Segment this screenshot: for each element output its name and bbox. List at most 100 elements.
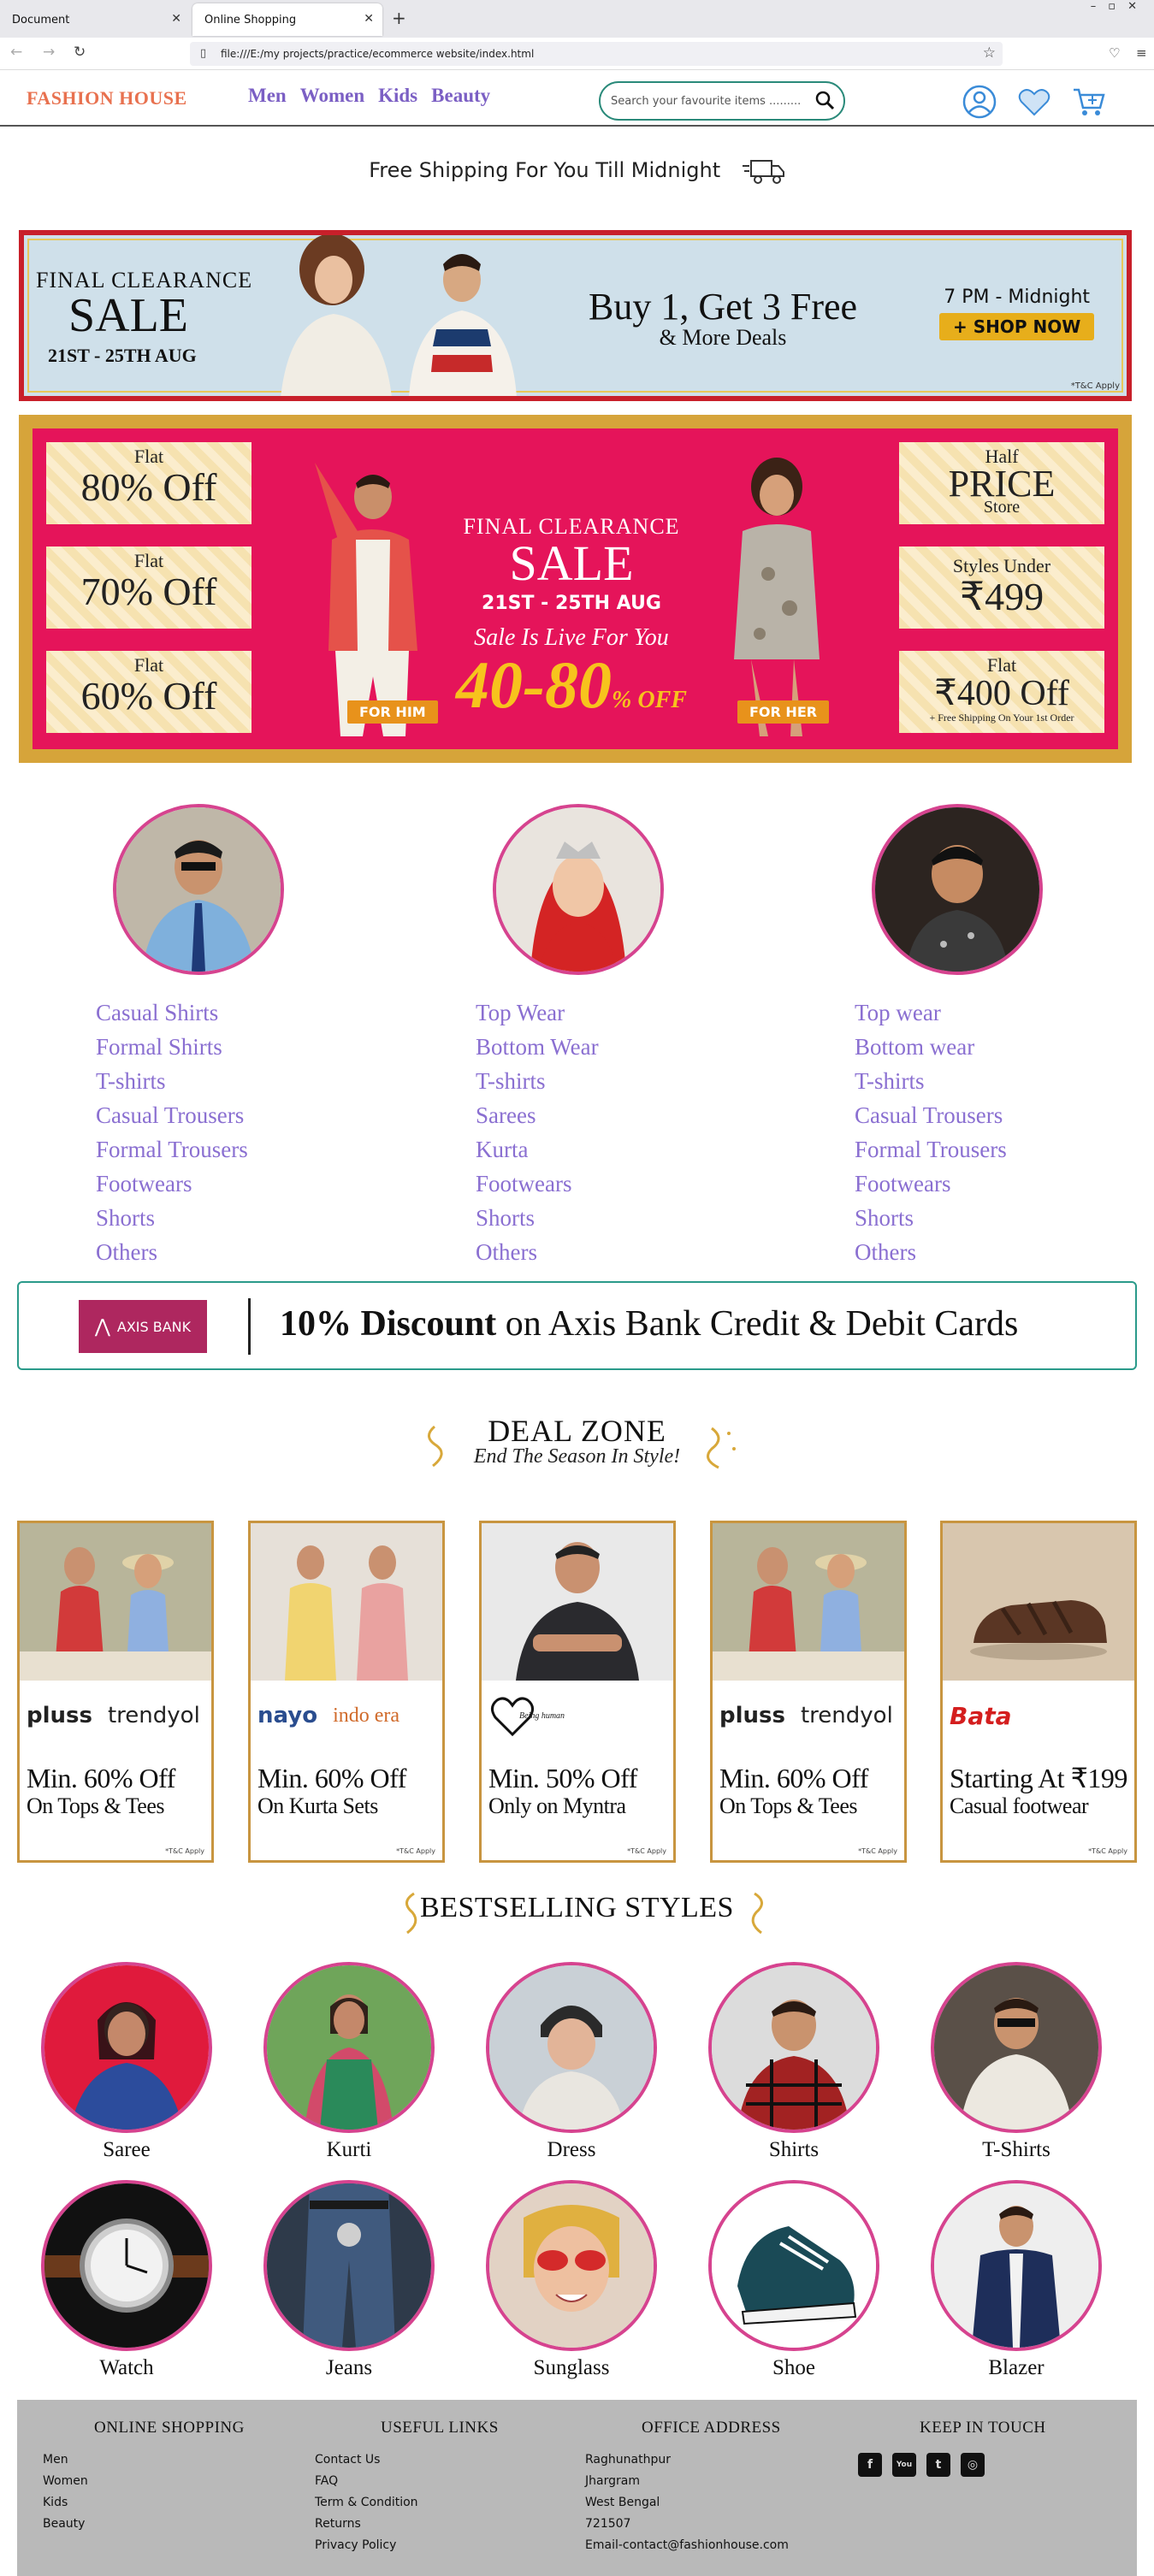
footer-link[interactable]: Beauty xyxy=(43,2514,88,2535)
bestselling-item[interactable]: Dress xyxy=(486,1962,657,2162)
category-link[interactable]: T-shirts xyxy=(96,1064,248,1098)
twitter-icon[interactable]: t xyxy=(926,2453,950,2477)
category-link[interactable]: T-shirts xyxy=(855,1064,1007,1098)
heart-icon[interactable] xyxy=(1016,84,1052,120)
category-link[interactable]: Footwears xyxy=(476,1167,599,1201)
women-category-image[interactable] xyxy=(493,804,664,975)
category-link[interactable]: Casual Shirts xyxy=(96,996,248,1030)
instagram-icon[interactable]: ◎ xyxy=(961,2453,985,2477)
window-controls[interactable]: –▫✕ xyxy=(1091,0,1149,13)
search-input[interactable] xyxy=(611,92,808,110)
browser-tab-active[interactable]: Online Shopping ✕ xyxy=(192,3,382,36)
men-category-image[interactable] xyxy=(113,804,284,975)
search-icon[interactable] xyxy=(814,90,835,110)
footer-link[interactable]: Women xyxy=(43,2471,88,2492)
category-link[interactable]: Top Wear xyxy=(476,996,599,1030)
shop-now-button[interactable]: + SHOP NOW xyxy=(939,313,1095,340)
close-icon[interactable]: ✕ xyxy=(171,12,181,26)
category-link[interactable]: Footwears xyxy=(96,1167,248,1201)
offer-card[interactable]: Flat 70% Off xyxy=(46,547,252,629)
deal-card[interactable]: pluss trendyol Min. 60% Off On Tops & Te… xyxy=(17,1521,214,1863)
category-link[interactable]: Top wear xyxy=(855,996,1007,1030)
bestselling-item[interactable]: Blazer xyxy=(931,2180,1102,2380)
axis-offer-rest: on Axis Bank Credit & Debit Cards xyxy=(496,1304,1019,1344)
category-link[interactable]: Formal Trousers xyxy=(855,1132,1007,1167)
footer-link[interactable]: FAQ xyxy=(315,2471,418,2492)
youtube-icon[interactable]: You xyxy=(892,2453,916,2477)
site-logo[interactable]: FASHION HOUSE xyxy=(27,87,187,109)
new-tab-icon[interactable]: + xyxy=(392,8,406,28)
bestselling-item[interactable]: Jeans xyxy=(263,2180,435,2380)
axis-bank-offer[interactable]: ⋀ AXIS BANK 10% Discount on Axis Bank Cr… xyxy=(17,1281,1137,1370)
offer-card[interactable]: Flat ₹400 Off + Free Shipping On Your 1s… xyxy=(899,651,1104,733)
bestselling-item[interactable]: Kurti xyxy=(263,1962,435,2162)
category-link[interactable]: Bottom wear xyxy=(855,1030,1007,1064)
category-link[interactable]: Shorts xyxy=(476,1201,599,1235)
category-link[interactable]: Bottom Wear xyxy=(476,1030,599,1064)
for-her-tag[interactable]: FOR HER xyxy=(737,700,830,724)
bestselling-item[interactable]: T-Shirts xyxy=(931,1962,1102,2162)
category-link[interactable]: Others xyxy=(855,1235,1007,1269)
back-icon[interactable]: ← xyxy=(10,44,22,61)
facebook-icon[interactable]: f xyxy=(858,2453,882,2477)
cart-icon[interactable] xyxy=(1071,84,1107,120)
footer-link[interactable]: Men xyxy=(43,2449,88,2471)
footer-link[interactable]: Term & Condition xyxy=(315,2492,418,2514)
bestselling-item[interactable]: Watch xyxy=(41,2180,212,2380)
category-link[interactable]: Others xyxy=(476,1235,599,1269)
forward-icon[interactable]: → xyxy=(43,44,55,61)
category-link[interactable]: Shorts xyxy=(96,1201,248,1235)
category-link[interactable]: Casual Trousers xyxy=(96,1098,248,1132)
pocket-icon[interactable]: ♡ xyxy=(1109,45,1120,61)
offer-card[interactable]: Styles Under ₹499 xyxy=(899,547,1104,629)
bookmark-star-icon[interactable]: ☆ xyxy=(983,44,996,62)
offer-card[interactable]: Half PRICE Store xyxy=(899,442,1104,524)
category-link[interactable]: Formal Shirts xyxy=(96,1030,248,1064)
bestselling-item[interactable]: Shoe xyxy=(708,2180,879,2380)
bestselling-label: Shirts xyxy=(768,2138,820,2161)
category-link[interactable]: Kurta xyxy=(476,1132,599,1167)
footer-link[interactable]: Returns xyxy=(315,2514,418,2535)
address-email[interactable]: Email-contact@fashionhouse.com xyxy=(585,2535,789,2556)
user-icon[interactable] xyxy=(962,84,997,120)
category-link[interactable]: Shorts xyxy=(855,1201,1007,1235)
nav-women[interactable]: Women xyxy=(300,85,364,107)
kids-category-image[interactable] xyxy=(872,804,1043,975)
deal-zone-heading: DEAL ZONE End The Season In Style! xyxy=(0,1413,1154,1468)
browser-tab[interactable]: Document ✕ xyxy=(0,3,190,36)
deal-zone-subtitle: End The Season In Style! xyxy=(473,1445,681,1468)
category-link[interactable]: T-shirts xyxy=(476,1064,599,1098)
bestselling-item[interactable]: Sunglass xyxy=(486,2180,657,2380)
nav-kids[interactable]: Kids xyxy=(378,85,417,107)
category-link[interactable]: Footwears xyxy=(855,1167,1007,1201)
deal-card[interactable]: Being human Min. 50% Off Only on Myntra … xyxy=(479,1521,676,1863)
bestselling-item[interactable]: Shirts xyxy=(708,1962,879,2162)
bestselling-item[interactable]: Saree xyxy=(41,1962,212,2162)
close-icon[interactable]: ✕ xyxy=(364,12,374,26)
deal-card[interactable]: pluss trendyol Min. 60% Off On Tops & Te… xyxy=(710,1521,907,1863)
deal-card[interactable]: Bata Starting At ₹199 Casual footwear *T… xyxy=(940,1521,1137,1863)
footer-link[interactable]: Contact Us xyxy=(315,2449,418,2471)
footer-link[interactable]: Privacy Policy xyxy=(315,2535,418,2556)
address-bar[interactable]: ▯ file:///E:/my projects/practice/ecomme… xyxy=(190,42,1003,66)
shirts-image xyxy=(708,1962,879,2133)
footer-link[interactable]: Kids xyxy=(43,2492,88,2514)
nav-beauty[interactable]: Beauty xyxy=(431,85,490,107)
offer-small: Styles Under xyxy=(952,555,1051,576)
sale-banner[interactable]: Flat 80% Off Flat 70% Off Flat 60% Off F… xyxy=(19,415,1132,763)
banner-dates: 21ST - 25TH AUG xyxy=(48,345,197,366)
for-him-tag[interactable]: FOR HIM xyxy=(347,700,438,724)
clearance-banner[interactable]: FINAL CLEARANCE SALE 21ST - 25TH AUG Buy… xyxy=(19,230,1132,401)
menu-icon[interactable]: ≡ xyxy=(1136,45,1147,61)
category-link[interactable]: Others xyxy=(96,1235,248,1269)
category-link[interactable]: Formal Trousers xyxy=(96,1132,248,1167)
deal-card[interactable]: nayo indo era Min. 60% Off On Kurta Sets… xyxy=(248,1521,445,1863)
category-link[interactable]: Sarees xyxy=(476,1098,599,1132)
brand-logo: Bata xyxy=(950,1701,1012,1730)
nav-men[interactable]: Men xyxy=(248,85,287,107)
bestselling-label: T-Shirts xyxy=(982,2138,1050,2161)
offer-card[interactable]: Flat 80% Off xyxy=(46,442,252,524)
offer-card[interactable]: Flat 60% Off xyxy=(46,651,252,733)
category-link[interactable]: Casual Trousers xyxy=(855,1098,1007,1132)
reload-icon[interactable]: ↻ xyxy=(74,44,86,61)
